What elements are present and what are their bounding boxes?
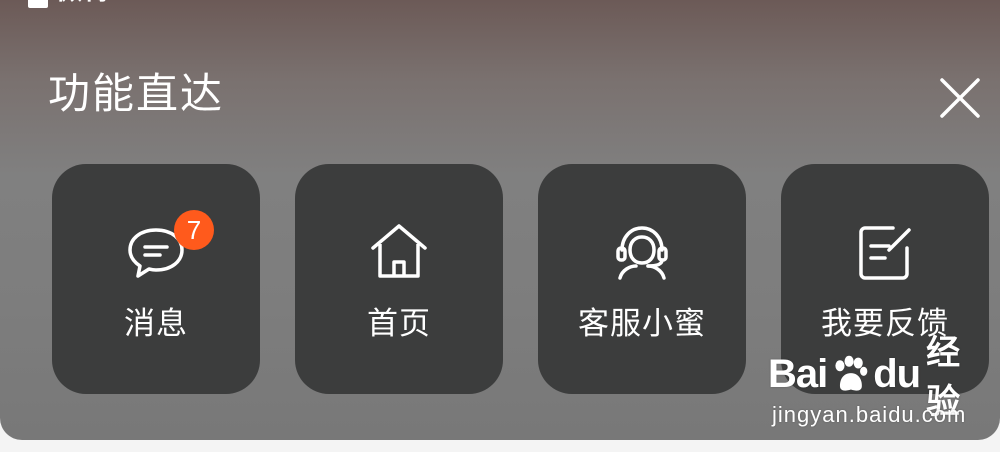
customer-service-label: 客服小蜜 — [578, 306, 706, 342]
screen: 微博 功能直达 7 消息 — [0, 0, 1000, 452]
status-bar-fragment: 微博 — [28, 0, 112, 8]
paw-icon — [835, 355, 868, 391]
status-text: 微博 — [56, 0, 112, 4]
close-icon — [940, 78, 980, 118]
watermark-brand-latin-2: du — [873, 351, 921, 396]
watermark-url: jingyan.baidu.com — [772, 402, 967, 427]
home-tile[interactable]: 首页 — [295, 164, 503, 394]
feedback-edit-icon — [853, 220, 917, 284]
customer-service-tile[interactable]: 客服小蜜 — [538, 164, 746, 394]
home-icon — [367, 220, 431, 284]
customer-service-headset-icon — [610, 220, 674, 284]
unread-count-badge: 7 — [174, 210, 214, 250]
baidu-jingyan-watermark: Bai du 经验 jingyan.baidu.com — [768, 333, 990, 436]
messages-label: 消息 — [124, 306, 188, 342]
watermark-logo: Bai du 经验 — [768, 333, 990, 422]
quick-access-panel: 微博 功能直达 7 消息 — [0, 0, 1000, 440]
status-icon — [28, 0, 48, 8]
watermark-brand-latin: Bai — [768, 351, 828, 396]
home-label: 首页 — [367, 306, 431, 342]
panel-title: 功能直达 — [48, 69, 225, 118]
messages-tile[interactable]: 7 消息 — [52, 164, 260, 394]
close-button[interactable] — [934, 72, 986, 124]
